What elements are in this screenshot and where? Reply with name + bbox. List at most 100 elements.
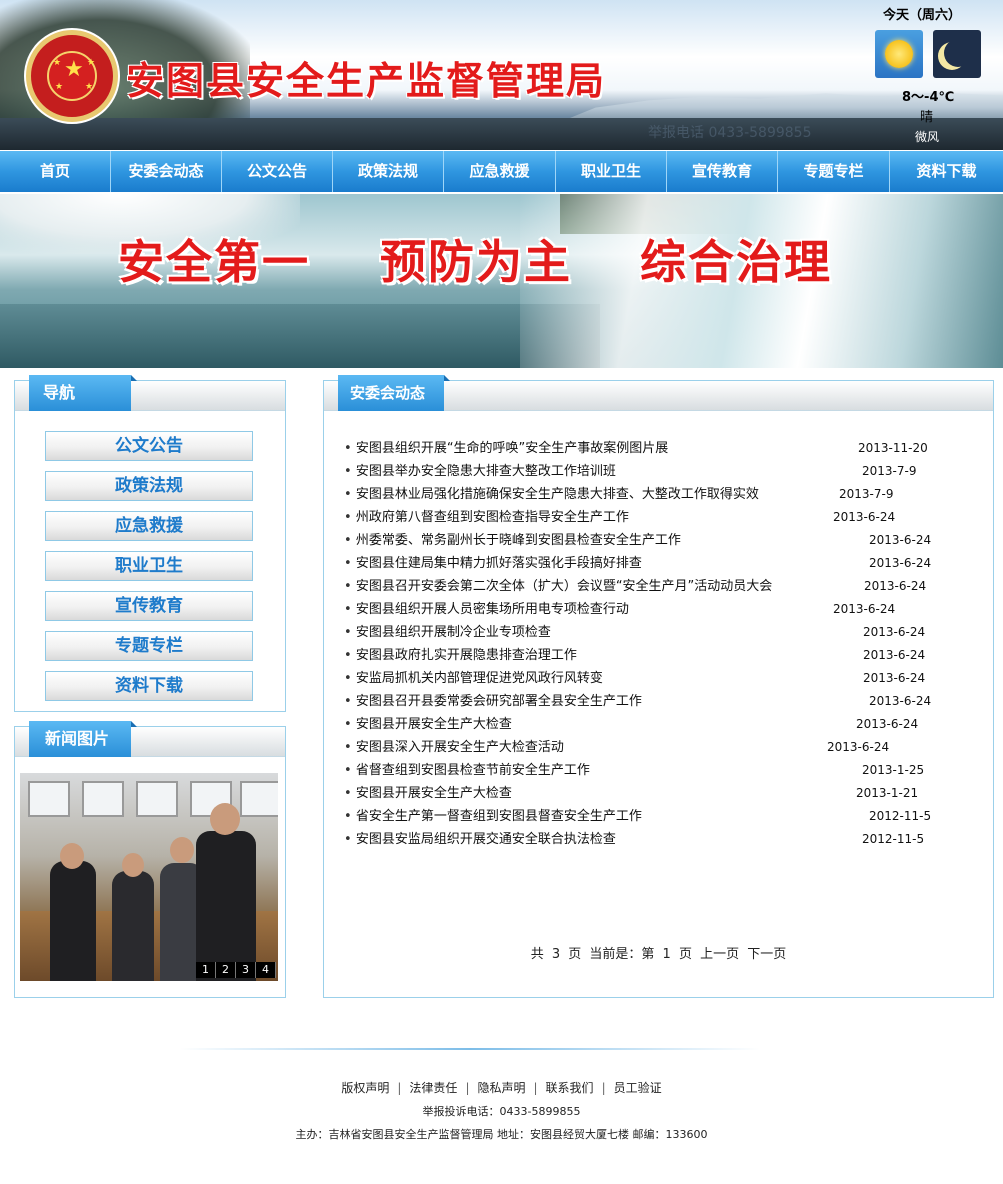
news-date: 2013-6-24: [833, 510, 896, 524]
footer-links: 版权声明 | 法律责任 | 隐私声明 | 联系我们 | 员工验证: [0, 1079, 1003, 1096]
photo-pager: 1 2 3 4: [196, 962, 276, 978]
nav-item-emergency-rescue[interactable]: 应急救援: [444, 151, 556, 192]
news-date: 2013-6-24: [869, 533, 932, 547]
nav-item-policies[interactable]: 政策法规: [333, 151, 444, 192]
emblem-inner: ★ ★ ★ ★ ★: [47, 51, 97, 101]
news-link[interactable]: 州委常委、常务副州长于晓峰到安图县检查安全生产工作: [344, 533, 681, 548]
photo-page-4[interactable]: 4: [256, 962, 276, 978]
news-link[interactable]: 省安全生产第一督查组到安图县督查安全生产工作: [344, 809, 642, 824]
news-link[interactable]: 安图县住建局集中精力抓好落实强化手段搞好排查: [344, 556, 642, 571]
nav-item-safety-committee-news[interactable]: 安委会动态: [111, 151, 222, 192]
agency-emblem-logo: ★ ★ ★ ★ ★: [26, 30, 118, 122]
news-date: 2013-6-24: [863, 648, 926, 662]
nav-item-publicity-education[interactable]: 宣传教育: [667, 151, 778, 192]
weather-temperature: 8～-4℃: [902, 90, 955, 105]
footer-link-copyright[interactable]: 版权声明: [341, 1081, 389, 1095]
footer-separator: |: [533, 1081, 538, 1095]
photo-page-3[interactable]: 3: [236, 962, 256, 978]
list-item: 安图县举办安全隐患大排查大整改工作培训班 2013-7-9: [344, 460, 994, 483]
footer-host-info: 主办：吉林省安图县安全生产监督管理局 地址：安图县经贸大厦七楼 邮编：13360…: [295, 1128, 708, 1141]
photo-page-2[interactable]: 2: [216, 962, 236, 978]
news-link[interactable]: 安图县深入开展安全生产大检查活动: [344, 740, 564, 755]
news-photo-slideshow[interactable]: 1 2 3 4: [20, 773, 278, 981]
sidebar-button-occupational-health[interactable]: 职业卫生: [45, 551, 253, 581]
header-hotline-watermark: 举报电话 0433-5899855: [648, 125, 812, 141]
news-link[interactable]: 省督查组到安图县检查节前安全生产工作: [344, 763, 590, 778]
news-date: 2013-6-24: [869, 694, 932, 708]
news-date: 2013-11-20: [858, 441, 928, 455]
news-link[interactable]: 安图县组织开展制冷企业专项检查: [344, 625, 551, 640]
banner-slogan-safety-first: 安全第一: [118, 235, 310, 289]
nav-item-announcements[interactable]: 公文公告: [222, 151, 333, 192]
nav-item-occupational-health[interactable]: 职业卫生: [556, 151, 667, 192]
list-item: 安图县住建局集中精力抓好落实强化手段搞好排查 2013-6-24: [344, 552, 994, 575]
pagination: 共 3 页 当前是：第 1 页 上一页 下一页: [324, 943, 993, 962]
nav-item-home[interactable]: 首页: [0, 151, 111, 192]
photo-person: [196, 831, 256, 981]
list-item: 安图县开展安全生产大检查 2013-6-24: [344, 713, 994, 736]
footer-separator: |: [397, 1081, 402, 1095]
list-item: 州政府第八督查组到安图检查指导安全生产工作 2013-6-24: [344, 506, 994, 529]
news-link[interactable]: 安图县政府扎实开展隐患排查治理工作: [344, 648, 577, 663]
list-item: 安图县安监局组织开展交通安全联合执法检查 2012-11-5: [344, 828, 994, 851]
news-link[interactable]: 安图县林业局强化措施确保安全生产隐患大排查、大整改工作取得实效: [344, 487, 759, 502]
emblem-small-star-icon: ★: [55, 82, 64, 92]
news-link[interactable]: 安图县组织开展“生命的呼唤”安全生产事故案例图片展: [344, 441, 668, 456]
news-date: 2013-6-24: [833, 602, 896, 616]
clear-night-weather-icon: [933, 30, 981, 78]
news-date: 2012-11-5: [869, 809, 932, 823]
sidebar-button-policies[interactable]: 政策法规: [45, 471, 253, 501]
list-item: 安监局抓机关内部管理促进党风政行风转变 2013-6-24: [344, 667, 994, 690]
photo-window: [28, 781, 70, 817]
news-link[interactable]: 安图县安监局组织开展交通安全联合执法检查: [344, 832, 616, 847]
news-link[interactable]: 安监局抓机关内部管理促进党风政行风转变: [344, 671, 603, 686]
photo-page-1[interactable]: 1: [196, 962, 216, 978]
nav-item-downloads[interactable]: 资料下载: [890, 151, 1003, 192]
news-link[interactable]: 安图县举办安全隐患大排查大整改工作培训班: [344, 464, 616, 479]
news-date: 2013-6-24: [856, 717, 919, 731]
sidebar-button-announcements[interactable]: 公文公告: [45, 431, 253, 461]
footer-separator: |: [465, 1081, 470, 1095]
photo-window: [82, 781, 124, 817]
nav-item-special-topics[interactable]: 专题专栏: [778, 151, 890, 192]
list-item: 安图县召开安委会第二次全体（扩大）会议暨“安全生产月”活动动员大会 2013-6-…: [344, 575, 994, 598]
news-photo-title: 新闻图片: [29, 721, 137, 757]
footer-link-staff-verify[interactable]: 员工验证: [614, 1081, 662, 1095]
sidebar-button-publicity-education[interactable]: 宣传教育: [45, 591, 253, 621]
emblem-star-icon: ★: [64, 57, 84, 82]
footer-link-privacy[interactable]: 隐私声明: [477, 1081, 525, 1095]
footer-divider: [180, 1048, 760, 1050]
pagination-next-link[interactable]: 下一页: [747, 947, 786, 962]
news-link[interactable]: 安图县开展安全生产大检查: [344, 717, 512, 732]
pagination-current: 当前是：第 1 页: [589, 947, 692, 962]
emblem-small-star-icon: ★: [87, 58, 96, 68]
sidebar-nav-panel: 导航 公文公告 政策法规 应急救援 职业卫生 宣传教育 专题专栏 资料下载: [14, 375, 286, 712]
sunny-weather-icon: [875, 30, 923, 78]
header-lake-bg: [0, 118, 1003, 150]
sidebar-button-emergency-rescue[interactable]: 应急救援: [45, 511, 253, 541]
pagination-prev-link[interactable]: 上一页: [700, 947, 739, 962]
photo-person: [50, 861, 96, 981]
news-link[interactable]: 安图县召开安委会第二次全体（扩大）会议暨“安全生产月”活动动员大会: [344, 579, 772, 594]
photo-person-head: [122, 853, 144, 877]
news-link[interactable]: 安图县组织开展人员密集场所用电专项检查行动: [344, 602, 629, 617]
footer-separator: |: [601, 1081, 606, 1095]
list-item: 安图县组织开展制冷企业专项检查 2013-6-24: [344, 621, 994, 644]
sidebar-button-downloads[interactable]: 资料下载: [45, 671, 253, 701]
news-list: 安图县组织开展“生命的呼唤”安全生产事故案例图片展 2013-11-20 安图县举…: [344, 437, 994, 851]
footer-link-contact[interactable]: 联系我们: [546, 1081, 594, 1095]
news-link[interactable]: 安图县召开县委常委会研究部署全县安全生产工作: [344, 694, 642, 709]
list-item: 安图县林业局强化措施确保安全生产隐患大排查、大整改工作取得实效 2013-7-9: [344, 483, 994, 506]
footer-link-legal[interactable]: 法律责任: [409, 1081, 457, 1095]
list-item: 安图县召开县委常委会研究部署全县安全生产工作 2013-6-24: [344, 690, 994, 713]
news-link[interactable]: 州政府第八督查组到安图检查指导安全生产工作: [344, 510, 629, 525]
list-item: 安图县组织开展人员密集场所用电专项检查行动 2013-6-24: [344, 598, 994, 621]
list-item: 省督查组到安图县检查节前安全生产工作 2013-1-25: [344, 759, 994, 782]
sidebar-button-special-topics[interactable]: 专题专栏: [45, 631, 253, 661]
photo-person-head: [170, 837, 194, 863]
news-link[interactable]: 安图县开展安全生产大检查: [344, 786, 512, 801]
news-date: 2013-6-24: [869, 556, 932, 570]
news-date: 2013-6-24: [863, 625, 926, 639]
emblem-small-star-icon: ★: [53, 58, 62, 68]
photo-person-head: [60, 843, 84, 869]
